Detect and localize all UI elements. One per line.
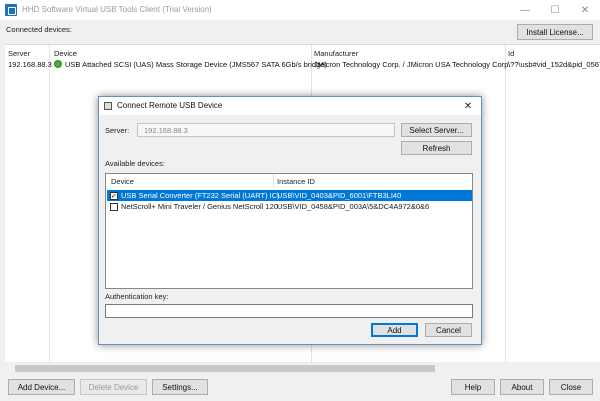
cancel-button[interactable]: Cancel	[425, 323, 472, 337]
minimize-icon[interactable]: —	[510, 0, 540, 20]
column-divider[interactable]	[273, 174, 274, 188]
refresh-button[interactable]: Refresh	[401, 141, 472, 155]
dialog-window-icon	[104, 102, 112, 110]
dialog-title-bar: Connect Remote USB Device ✕	[99, 97, 481, 115]
dialog-title: Connect Remote USB Device	[117, 101, 223, 110]
install-license-button[interactable]: Install License...	[517, 24, 593, 40]
list-item[interactable]: NetScroll+ Mini Traveler / Genius NetScr…	[107, 201, 472, 212]
delete-device-button[interactable]: Delete Device	[80, 379, 147, 395]
column-header-instance-id[interactable]: Instance ID	[277, 177, 315, 186]
app-icon	[5, 4, 17, 16]
dialog-close-icon[interactable]: ✕	[459, 99, 477, 113]
connect-remote-dialog: Connect Remote USB Device ✕ Server: 192.…	[98, 96, 482, 345]
device-name: NetScroll+ Mini Traveler / Genius NetScr…	[121, 202, 278, 211]
row-device: USB Attached SCSI (UAS) Mass Storage Dev…	[65, 60, 327, 69]
checkbox[interactable]	[110, 203, 118, 211]
about-button[interactable]: About	[500, 379, 544, 395]
table-row[interactable]: 192.168.88.3 USB Attached SCSI (UAS) Mas…	[5, 58, 600, 69]
auth-key-label: Authentication key:	[105, 292, 169, 301]
close-button[interactable]: Close	[549, 379, 593, 395]
row-id: \??\usb#vid_152d&pid_0567	[508, 60, 600, 69]
window-title: HHD Software Virtual USB Tools Client (T…	[22, 5, 212, 14]
column-divider[interactable]	[505, 45, 506, 363]
scrollbar-thumb[interactable]	[15, 365, 435, 372]
status-ok-icon	[54, 60, 62, 68]
maximize-icon[interactable]: ☐	[540, 0, 570, 20]
column-divider[interactable]	[49, 45, 50, 363]
checkbox[interactable]: ✓	[110, 192, 118, 200]
column-header-device[interactable]: Device	[111, 177, 134, 186]
list-item[interactable]: ✓ USB Serial Converter (FT232 Serial (UA…	[107, 190, 472, 201]
add-button[interactable]: Add	[371, 323, 418, 337]
settings-button[interactable]: Settings...	[152, 379, 208, 395]
available-devices-label: Available devices:	[105, 159, 165, 168]
row-server: 192.168.88.3	[8, 60, 52, 69]
auth-key-input[interactable]	[105, 304, 473, 318]
title-bar: HHD Software Virtual USB Tools Client (T…	[0, 0, 600, 20]
close-icon[interactable]: ✕	[570, 0, 600, 20]
column-header-id[interactable]: Id	[508, 49, 514, 58]
connected-devices-label: Connected devices:	[6, 25, 72, 34]
row-manufacturer: JMicron Technology Corp. / JMicron USA T…	[314, 60, 511, 69]
help-button[interactable]: Help	[451, 379, 495, 395]
device-instance-id: USB\VID_0458&PID_003A\5&DC4A972&0&6	[277, 202, 430, 211]
add-device-button[interactable]: Add Device...	[8, 379, 75, 395]
server-input[interactable]: 192.168.88.3	[137, 123, 395, 137]
column-header-server[interactable]: Server	[8, 49, 30, 58]
device-instance-id: USB\VID_0403&PID_6001\FTB3LI40	[277, 191, 402, 200]
server-label: Server:	[105, 126, 130, 135]
horizontal-scrollbar[interactable]	[5, 364, 600, 373]
column-header-manufacturer[interactable]: Manufacturer	[314, 49, 358, 58]
device-name: USB Serial Converter (FT232 Serial (UART…	[121, 191, 280, 200]
select-server-button[interactable]: Select Server...	[401, 123, 472, 137]
available-devices-list[interactable]: Device Instance ID ✓ USB Serial Converte…	[105, 173, 473, 289]
column-header-device[interactable]: Device	[54, 49, 77, 58]
